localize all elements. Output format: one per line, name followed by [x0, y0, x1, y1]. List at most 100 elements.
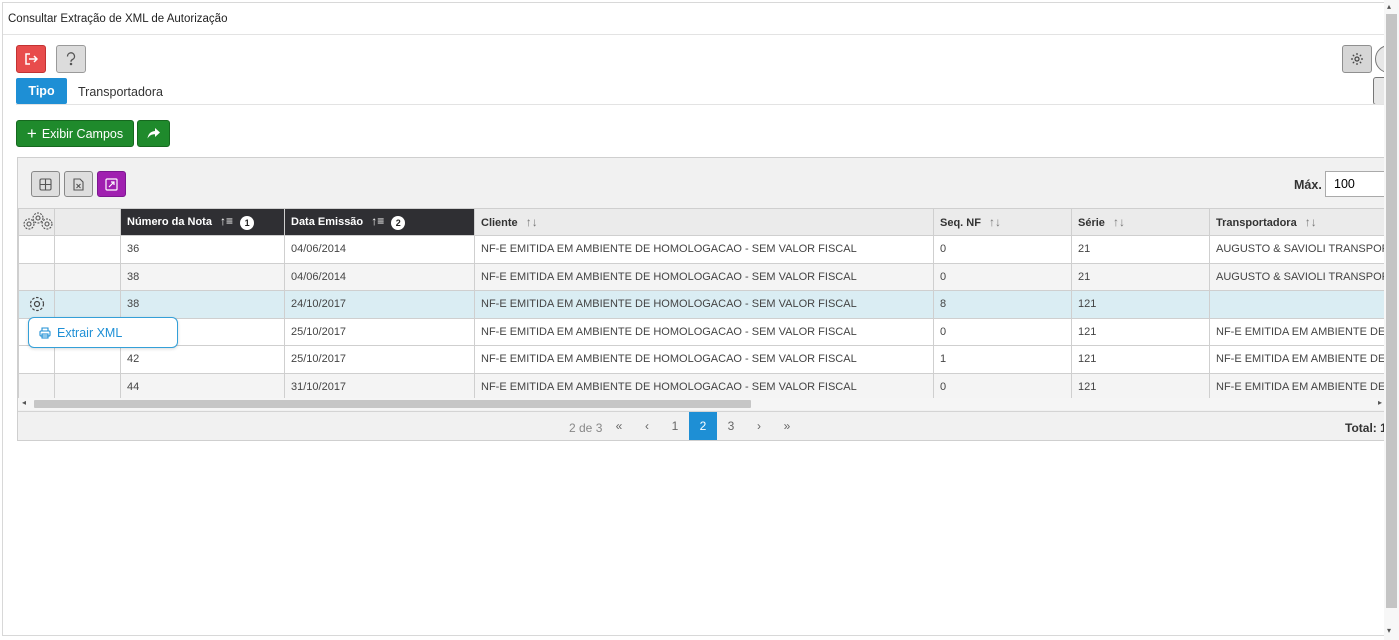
header-seq-nf-label: Seq. NF	[940, 217, 981, 229]
table-row[interactable]: 44 31/10/2017 NF-E EMITIDA EM AMBIENTE D…	[18, 372, 1395, 401]
filter-tipo-value: Transportadora	[78, 85, 163, 99]
print-icon	[39, 326, 51, 339]
table-header-row: Número da Nota ↑≡ 1 Data Emissão ↑≡ 2 Cl…	[18, 208, 1395, 236]
row-action-cell[interactable]	[18, 345, 55, 374]
header-transportadora[interactable]: Transportadora ↑↓	[1209, 208, 1395, 236]
header-settings[interactable]	[18, 208, 55, 236]
page-2-button[interactable]: 2	[689, 412, 717, 440]
cell-transportadora: AUGUSTO & SAVIOLI TRANSPORTESLT	[1209, 235, 1395, 264]
cell-serie: 21	[1071, 235, 1210, 264]
prev-page-button[interactable]: ‹	[633, 412, 661, 440]
header-blank	[54, 208, 121, 236]
help-button[interactable]	[56, 45, 86, 73]
row-action-cell[interactable]	[18, 235, 55, 264]
cell-numero: 38	[120, 262, 285, 291]
settings-button[interactable]	[1342, 45, 1372, 73]
cell-serie: 121	[1071, 290, 1210, 319]
row-action-cell[interactable]	[18, 262, 55, 291]
cell-seq: 0	[933, 317, 1072, 346]
grid-view-button[interactable]	[31, 171, 60, 197]
cell-cliente: NF-E EMITIDA EM AMBIENTE DE HOMOLOGACAO …	[474, 345, 934, 374]
sort-icon[interactable]: ↑↓	[526, 215, 538, 229]
share-icon	[147, 127, 160, 138]
exit-button[interactable]	[16, 45, 46, 73]
blank-cell	[54, 235, 121, 264]
cell-data: 25/10/2017	[284, 345, 475, 374]
gear-icon	[23, 212, 53, 230]
cell-seq: 1	[933, 345, 1072, 374]
scroll-up-icon[interactable]: ▴	[1387, 2, 1391, 11]
sort-asc-icon[interactable]: ↑≡	[220, 214, 233, 228]
header-numero-nota-label: Número da Nota	[127, 216, 212, 229]
next-page-button[interactable]: ›	[745, 412, 773, 440]
scroll-right-icon[interactable]: ▸	[1378, 398, 1382, 407]
cell-data: 25/10/2017	[284, 317, 475, 346]
cell-seq: 8	[933, 290, 1072, 319]
expand-button[interactable]	[97, 171, 126, 197]
cell-cliente: NF-E EMITIDA EM AMBIENTE DE HOMOLOGACAO …	[474, 372, 934, 401]
cell-serie: 121	[1071, 317, 1210, 346]
settings-icon	[1351, 53, 1363, 65]
excel-icon	[73, 177, 84, 191]
sort-order-badge: 2	[391, 215, 406, 230]
header-numero-nota[interactable]: Número da Nota ↑≡ 1	[120, 208, 285, 236]
exibir-campos-button[interactable]: + Exibir Campos	[16, 120, 134, 147]
cell-transportadora: NF-E EMITIDA EM AMBIENTE DE HOM	[1209, 317, 1395, 346]
row-action-cell[interactable]	[18, 290, 55, 319]
scroll-left-icon[interactable]: ◂	[22, 398, 26, 407]
sort-order-badge: 1	[240, 215, 255, 230]
sort-icon[interactable]: ↑↓	[1305, 215, 1317, 229]
sort-asc-icon[interactable]: ↑≡	[371, 214, 384, 228]
table-row[interactable]: 25/10/2017 NF-E EMITIDA EM AMBIENTE DE H…	[18, 317, 1395, 346]
extrair-xml-label: Extrair XML	[57, 325, 123, 340]
filter-tipo-label[interactable]: Tipo	[16, 78, 67, 104]
header-cliente[interactable]: Cliente ↑↓	[474, 208, 934, 236]
vertical-scrollbar[interactable]: ▴ ▾	[1384, 0, 1399, 640]
page-1-button[interactable]: 1	[661, 412, 689, 440]
title-bar: Consultar Extração de XML de Autorização	[3, 3, 1396, 35]
header-data-emissao[interactable]: Data Emissão ↑≡ 2	[284, 208, 475, 236]
extrair-xml-menu-item[interactable]: Extrair XML	[28, 317, 178, 348]
export-excel-button[interactable]	[64, 171, 93, 197]
header-seq-nf[interactable]: Seq. NF ↑↓	[933, 208, 1072, 236]
data-table: Número da Nota ↑≡ 1 Data Emissão ↑≡ 2 Cl…	[18, 208, 1395, 401]
row-action-cell[interactable]	[18, 372, 55, 401]
table-row[interactable]: 38 04/06/2014 NF-E EMITIDA EM AMBIENTE D…	[18, 262, 1395, 291]
cell-data: 04/06/2014	[284, 235, 475, 264]
gear-icon[interactable]	[28, 295, 46, 313]
cell-cliente: NF-E EMITIDA EM AMBIENTE DE HOMOLOGACAO …	[474, 290, 934, 319]
pagination: 2 de 3 « ‹ 1 2 3 › » Total: 1	[18, 411, 1396, 440]
last-page-button[interactable]: »	[773, 412, 801, 440]
cell-numero: 42	[120, 345, 285, 374]
filter-row: Tipo Transportadora	[16, 78, 1386, 105]
cell-serie: 121	[1071, 372, 1210, 401]
grid-panel: Máx. Número da	[17, 157, 1396, 441]
blank-cell	[54, 345, 121, 374]
horizontal-scroll-thumb[interactable]	[34, 400, 751, 408]
cell-cliente: NF-E EMITIDA EM AMBIENTE DE HOMOLOGACAO …	[474, 317, 934, 346]
table-row[interactable]: 36 04/06/2014 NF-E EMITIDA EM AMBIENTE D…	[18, 235, 1395, 264]
cell-numero: 36	[120, 235, 285, 264]
cell-numero: 44	[120, 372, 285, 401]
cell-transportadora: NF-E EMITIDA EM AMBIENTE DE HOM	[1209, 372, 1395, 401]
share-button[interactable]	[137, 120, 170, 147]
cell-seq: 0	[933, 235, 1072, 264]
vertical-scroll-thumb[interactable]	[1386, 14, 1397, 608]
blank-cell	[54, 262, 121, 291]
first-page-button[interactable]: «	[605, 412, 633, 440]
scroll-down-icon[interactable]: ▾	[1387, 626, 1391, 635]
table-row[interactable]: 42 25/10/2017 NF-E EMITIDA EM AMBIENTE D…	[18, 345, 1395, 374]
header-cliente-label: Cliente	[481, 217, 518, 229]
page-3-button[interactable]: 3	[717, 412, 745, 440]
header-data-emissao-label: Data Emissão	[291, 216, 364, 229]
header-serie[interactable]: Série ↑↓	[1071, 208, 1210, 236]
horizontal-scrollbar[interactable]: ◂ ▸	[18, 398, 1396, 410]
sort-icon[interactable]: ↑↓	[1113, 215, 1125, 229]
exit-icon	[25, 53, 38, 65]
header-serie-label: Série	[1078, 217, 1105, 229]
sort-icon[interactable]: ↑↓	[989, 215, 1001, 229]
total-count: Total: 1	[1345, 421, 1387, 435]
cell-serie: 121	[1071, 345, 1210, 374]
table-row-selected[interactable]: 38 24/10/2017 NF-E EMITIDA EM AMBIENTE D…	[18, 290, 1395, 319]
plus-icon: +	[26, 124, 37, 143]
